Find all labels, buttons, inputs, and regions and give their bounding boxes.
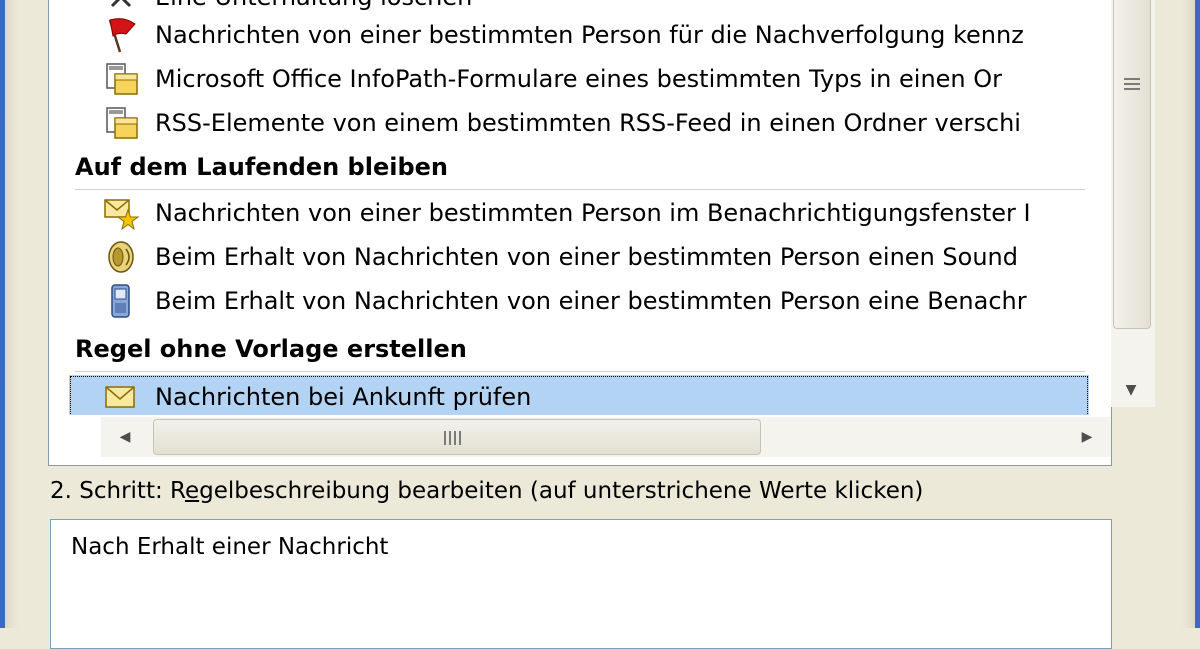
rule-template-viewport: Eine Unterhaltung löschen Nachrichten vo… [69, 0, 1109, 415]
move-to-folder-icon [101, 59, 141, 99]
scroll-grip-icon [1124, 78, 1140, 92]
rule-item-label: Microsoft Office InfoPath-Formulare eine… [155, 65, 1003, 93]
window-frame-right [1182, 0, 1200, 628]
rule-item-label: Eine Unterhaltung löschen [155, 0, 472, 11]
vertical-scrollbar-thumb[interactable] [1113, 0, 1151, 329]
vertical-scrollbar[interactable]: ▼ [1111, 0, 1155, 407]
rule-item-label: RSS-Elemente von einem bestimmten RSS-Fe… [155, 109, 1021, 137]
chevron-down-icon: ▼ [1125, 382, 1137, 398]
rule-item-label: Nachrichten von einer bestimmten Person … [155, 199, 1031, 227]
rule-item-mobile-alert[interactable]: Beim Erhalt von Nachrichten von einer be… [69, 279, 1089, 323]
rule-description-box[interactable]: Nach Erhalt einer Nachricht [50, 519, 1112, 649]
rule-item-rss-move[interactable]: RSS-Elemente von einem bestimmten RSS-Fe… [69, 101, 1089, 145]
scroll-left-button[interactable]: ◀ [105, 417, 145, 457]
scroll-down-button[interactable]: ▼ [1111, 373, 1151, 407]
envelope-icon [101, 377, 141, 415]
step2-label: 2. Schritt: Regelbeschreibung bearbeiten… [50, 478, 924, 504]
horizontal-scrollbar-thumb[interactable] [153, 419, 761, 455]
scroll-right-button[interactable]: ▶ [1067, 417, 1107, 457]
group-header-label: Regel ohne Vorlage erstellen [75, 335, 467, 363]
scroll-grip-icon [444, 431, 462, 445]
rule-item-infopath-move[interactable]: Microsoft Office InfoPath-Formulare eine… [69, 57, 1089, 101]
chevron-left-icon: ◀ [119, 429, 131, 445]
group-header-blank-rule: Regel ohne Vorlage erstellen [75, 327, 1085, 372]
rule-item-play-sound[interactable]: Beim Erhalt von Nachrichten von einer be… [69, 235, 1089, 279]
rule-item-label: Nachrichten bei Ankunft prüfen [155, 383, 532, 411]
rule-description-text: Nach Erhalt einer Nachricht [71, 534, 389, 560]
red-flag-icon [101, 15, 141, 55]
horizontal-scrollbar[interactable]: ◀ ▶ [101, 417, 1111, 457]
rule-item-label: Beim Erhalt von Nachrichten von einer be… [155, 287, 1027, 315]
rule-item-label: Beim Erhalt von Nachrichten von einer be… [155, 243, 1018, 271]
rule-item-alert-window[interactable]: Nachrichten von einer bestimmten Person … [69, 191, 1089, 235]
rule-item-flag-messages[interactable]: Nachrichten von einer bestimmten Person … [69, 13, 1089, 57]
mobile-phone-icon [101, 281, 141, 321]
envelope-star-icon [101, 193, 141, 233]
rule-template-list[interactable]: Eine Unterhaltung löschen Nachrichten vo… [48, 0, 1155, 466]
group-header-label: Auf dem Laufenden bleiben [75, 153, 449, 181]
rule-item-label: Nachrichten von einer bestimmten Person … [155, 21, 1024, 49]
rule-item-check-on-arrival[interactable]: Nachrichten bei Ankunft prüfen [69, 375, 1089, 415]
window-frame-left [0, 0, 18, 628]
move-to-folder-icon [101, 103, 141, 143]
speaker-icon [101, 237, 141, 277]
group-header-stay-current: Auf dem Laufenden bleiben [75, 145, 1085, 190]
access-key: e [184, 478, 200, 504]
chevron-right-icon: ▶ [1081, 429, 1093, 445]
